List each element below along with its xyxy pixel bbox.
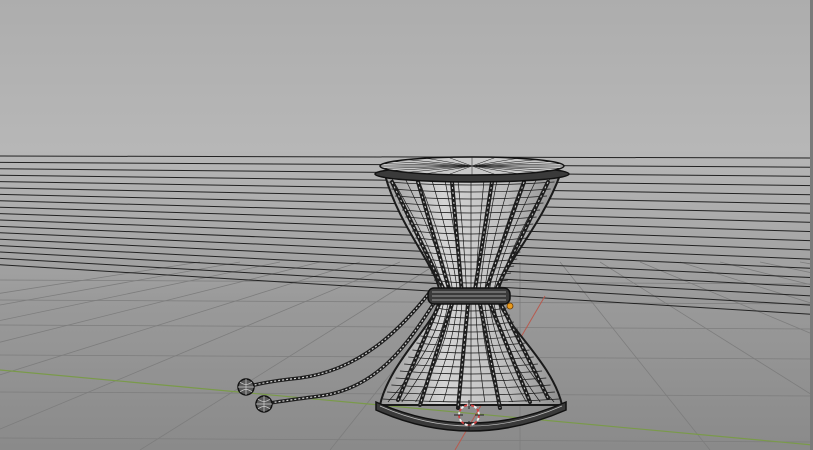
floor-grid-line (719, 261, 813, 286)
backdrop-line (0, 225, 813, 260)
viewport-canvas[interactable] (0, 0, 813, 450)
floor-grid-line (0, 299, 813, 305)
damaru-drum-mesh[interactable] (374, 156, 570, 432)
drum-top-rim (374, 156, 570, 183)
floor-grid-line (759, 261, 813, 274)
rope-bead-1[interactable] (237, 378, 255, 396)
floor-grid-line (0, 437, 813, 443)
drum-bottom-rim (375, 400, 567, 432)
3d-viewport[interactable] (0, 0, 813, 450)
origin-point-icon[interactable] (506, 302, 514, 310)
backdrop-line (0, 232, 813, 269)
floor-grid-line (0, 324, 813, 330)
rope-bead-2[interactable] (255, 395, 273, 413)
drum-waist-binding (427, 287, 511, 305)
floor-grid-line (639, 261, 813, 335)
floor-grid-line (559, 261, 711, 450)
backdrop-line (0, 155, 813, 159)
